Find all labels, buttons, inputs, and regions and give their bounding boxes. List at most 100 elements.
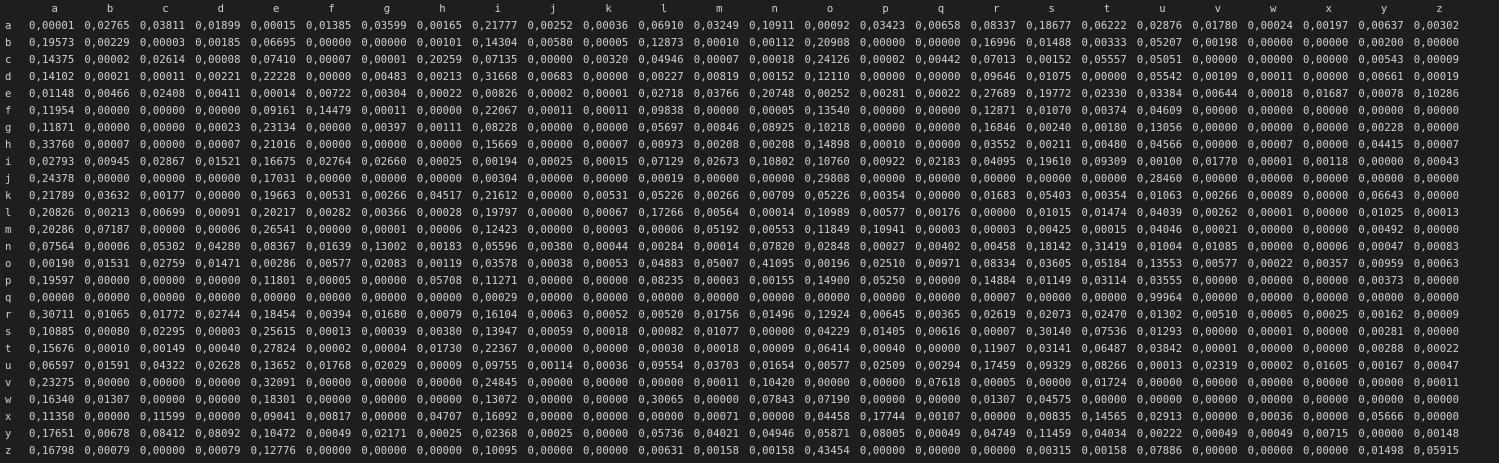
- table-cell: 0,00000: [1413, 122, 1460, 134]
- table-cell: 0,00000: [527, 292, 573, 304]
- table-cell: 0,00009: [749, 343, 795, 355]
- table-cell: 0,32091: [250, 377, 296, 389]
- table-cell: 0,00000: [416, 292, 463, 304]
- table-cell: 0,00000: [84, 377, 130, 389]
- table-cell: 0,17031: [250, 173, 296, 185]
- table-cell: 0,00826: [472, 88, 518, 100]
- table-cell: 0,00000: [1413, 224, 1460, 236]
- table-cell: 0,00000: [195, 105, 241, 117]
- table-cell: 0,00000: [749, 326, 795, 338]
- table-cell: 0,00000: [1413, 190, 1460, 202]
- table-cell: 0,00354: [859, 190, 906, 202]
- table-cell: 0,08266: [1081, 360, 1127, 372]
- table-cell: 0,01148: [29, 88, 75, 100]
- table-cell: 0,00302: [1413, 20, 1460, 32]
- table-cell: 0,00458: [970, 241, 1017, 253]
- table-cell: 0,00645: [859, 309, 906, 321]
- table-cell: 0,00000: [1247, 275, 1293, 287]
- table-cell: 0,00006: [195, 224, 241, 236]
- table-cell: 0,00067: [582, 207, 629, 219]
- column-header: n: [739, 1, 794, 18]
- table-cell: 0,00000: [527, 394, 573, 406]
- table-cell: 0,10760: [804, 156, 850, 168]
- table-cell: 0,00111: [416, 122, 463, 134]
- table-cell: 0,01687: [1303, 88, 1349, 100]
- table-cell: 0,00025: [416, 428, 463, 440]
- table-cell: 0,00000: [527, 54, 573, 66]
- table-cell: 0,00000: [195, 173, 241, 185]
- table-cell: 0,00846: [693, 122, 740, 134]
- table-cell: 0,00000: [416, 394, 463, 406]
- table-cell: 0,00000: [1413, 37, 1460, 49]
- table-cell: 0,00000: [527, 173, 573, 185]
- table-row: q 0,00000 0,00000 0,00000 0,00000 0,00000 0,00…: [0, 290, 1499, 307]
- table-cell: 0,01085: [1192, 241, 1238, 253]
- table-cell: 0,00227: [638, 71, 684, 83]
- row-label: r: [5, 309, 12, 321]
- table-row: f 0,11954 0,00000 0,00000 0,00000 0,09161 0,14…: [0, 103, 1499, 120]
- row-label: m: [5, 224, 12, 236]
- table-cell: 0,00637: [1358, 20, 1404, 32]
- table-cell: 0,02408: [139, 88, 186, 100]
- table-cell: 0,18301: [250, 394, 296, 406]
- table-row: h 0,33760 0,00007 0,00000 0,00007 0,21016 0,00…: [0, 137, 1499, 154]
- table-cell: 0,00281: [1358, 326, 1404, 338]
- table-cell: 0,00002: [859, 54, 906, 66]
- table-row: z 0,16798 0,00079 0,00000 0,00079 0,12776 0,00…: [0, 443, 1499, 460]
- column-header: y: [1348, 1, 1403, 18]
- table-cell: 0,00158: [1081, 445, 1127, 457]
- table-cell: 0,02759: [139, 258, 186, 270]
- column-header-label: d: [217, 3, 225, 15]
- table-cell: 0,00100: [1136, 156, 1183, 168]
- table-cell: 0,00000: [693, 394, 740, 406]
- table-cell: 0,17266: [638, 207, 684, 219]
- table-cell: 0,00000: [582, 377, 629, 389]
- table-cell: 0,00022: [1413, 343, 1460, 355]
- table-cell: 0,00266: [693, 190, 740, 202]
- table-cell: 0,04707: [416, 411, 463, 423]
- table-cell: 0,05666: [1358, 411, 1404, 423]
- table-cell: 0,00000: [693, 292, 740, 304]
- table-cell: 0,13540: [804, 105, 850, 117]
- table-cell: 0,07820: [749, 241, 795, 253]
- table-cell: 0,00000: [1413, 173, 1460, 185]
- table-cell: 0,04575: [1026, 394, 1072, 406]
- table-cell: 0,00284: [638, 241, 684, 253]
- table-cell: 0,00466: [84, 88, 130, 100]
- table-cell: 0,00000: [1192, 54, 1238, 66]
- table-cell: 0,00029: [472, 292, 518, 304]
- column-header-label: p: [882, 3, 889, 15]
- table-cell: 0,00119: [416, 258, 463, 270]
- table-cell: 0,00000: [84, 275, 130, 287]
- table-cell: 0,08092: [195, 428, 241, 440]
- table-cell: 0,00211: [1026, 139, 1072, 151]
- table-cell: 0,10802: [749, 156, 795, 168]
- table-cell: 0,00000: [1303, 394, 1349, 406]
- table-cell: 0,00644: [1192, 88, 1238, 100]
- table-cell: 0,00000: [1192, 173, 1238, 185]
- table-cell: 0,00000: [693, 105, 740, 117]
- table-cell: 0,00005: [582, 37, 629, 49]
- table-cell: 0,14102: [29, 71, 75, 83]
- table-cell: 0,04883: [638, 258, 684, 270]
- table-cell: 0,00000: [84, 105, 130, 117]
- table-cell: 0,00000: [139, 445, 186, 457]
- table-cell: 0,00286: [250, 258, 296, 270]
- table-cell: 0,00003: [915, 224, 961, 236]
- column-header: h: [407, 1, 462, 18]
- table-cell: 0,00001: [361, 54, 407, 66]
- column-header: l: [628, 1, 683, 18]
- table-cell: 0,01302: [1136, 309, 1183, 321]
- column-header: i: [462, 1, 517, 18]
- table-cell: 0,00007: [1247, 139, 1293, 151]
- table-cell: 0,02876: [1136, 20, 1183, 32]
- table-cell: 0,00152: [749, 71, 795, 83]
- table-cell: 0,00000: [1303, 343, 1349, 355]
- row-label: q: [5, 292, 12, 304]
- table-cell: 0,00011: [582, 105, 629, 117]
- table-cell: 0,04609: [1136, 105, 1183, 117]
- table-cell: 0,21777: [472, 20, 518, 32]
- table-cell: 0,04415: [1358, 139, 1404, 151]
- table-cell: 0,00158: [749, 445, 795, 457]
- table-cell: 0,00043: [1413, 156, 1460, 168]
